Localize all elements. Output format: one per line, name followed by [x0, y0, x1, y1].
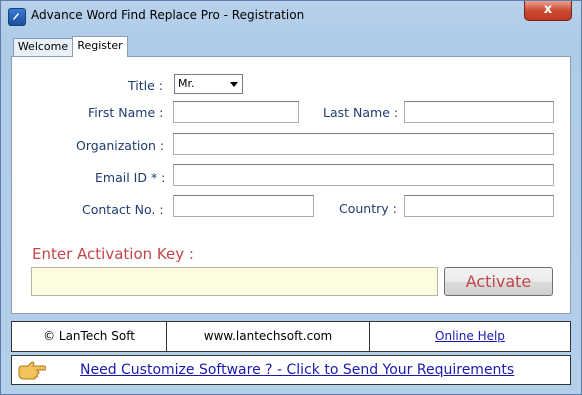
activate-button[interactable]: Activate — [444, 267, 553, 296]
title-select[interactable]: Mr. — [174, 74, 243, 94]
footer-bar: © LanTech Soft www.lantechsoft.com Onlin… — [11, 321, 571, 352]
online-help-link[interactable]: Online Help — [370, 322, 570, 351]
tab-register[interactable]: Register — [72, 36, 128, 57]
activation-key-field[interactable] — [31, 267, 438, 296]
first-name-label: First Name : — [88, 105, 164, 120]
last-name-field[interactable] — [404, 101, 554, 123]
website-text: www.lantechsoft.com — [203, 329, 333, 343]
last-name-label: Last Name : — [323, 105, 399, 120]
title-label: Title : — [128, 78, 163, 93]
contact-label: Contact No. : — [82, 202, 164, 217]
contact-field[interactable] — [173, 195, 314, 217]
organization-label: Organization : — [76, 138, 165, 153]
chevron-down-icon — [230, 82, 238, 87]
close-icon: x — [543, 2, 553, 17]
close-button[interactable]: x — [524, 1, 572, 21]
customize-banner[interactable]: Need Customize Software ? - Click to Sen… — [11, 355, 571, 385]
copyright-text: © LanTech Soft — [43, 329, 135, 343]
country-field[interactable] — [404, 195, 554, 217]
title-bar[interactable]: Advance Word Find Replace Pro - Registra… — [1, 1, 581, 31]
window-title: Advance Word Find Replace Pro - Registra… — [31, 8, 305, 22]
email-field[interactable] — [173, 164, 554, 186]
title-select-value: Mr. — [178, 77, 195, 90]
organization-field[interactable] — [173, 133, 554, 155]
country-label: Country : — [339, 201, 397, 216]
customize-software-link[interactable]: Need Customize Software ? - Click to Sen… — [80, 362, 514, 378]
registration-window: Advance Word Find Replace Pro - Registra… — [0, 0, 582, 395]
first-name-field[interactable] — [173, 101, 299, 123]
email-label: Email ID * : — [95, 170, 166, 185]
tab-welcome[interactable]: Welcome — [13, 38, 73, 56]
app-icon — [8, 8, 26, 26]
activation-key-label: Enter Activation Key : — [32, 245, 194, 263]
pointing-hand-icon — [18, 361, 46, 380]
